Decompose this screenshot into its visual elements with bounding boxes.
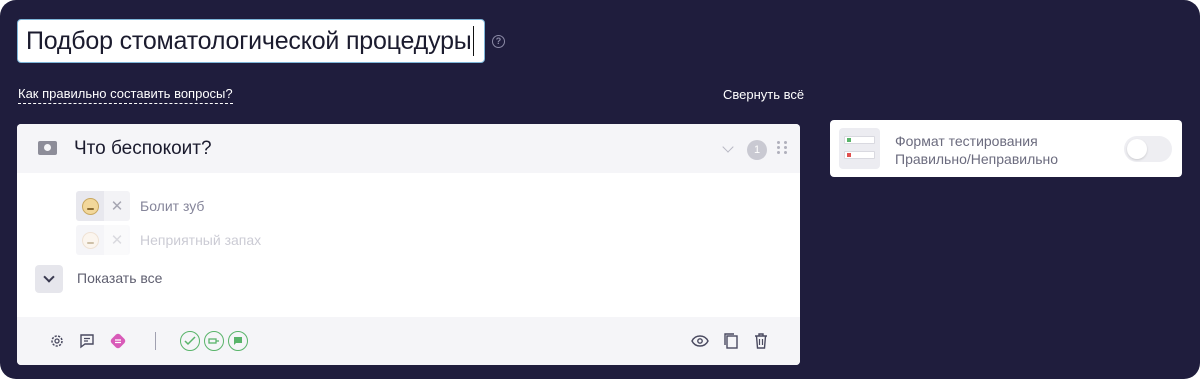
answer-option: ✕ Болит зуб [76, 191, 204, 221]
question-circle-icon[interactable]: ? [492, 35, 505, 48]
how-to-link[interactable]: Как правильно составить вопросы? [18, 86, 233, 104]
gear-icon[interactable] [47, 331, 67, 351]
chevron-down-icon[interactable] [722, 141, 734, 153]
answer-text[interactable]: Болит зуб [140, 198, 204, 214]
toolbar-divider [155, 332, 156, 350]
quiz-title-input[interactable]: Подбор стоматологической процедуры [17, 19, 485, 63]
editor-canvas: Подбор стоматологической процедуры ? Как… [0, 0, 1200, 379]
question-card: Что беспокоит? 1 ✕ Болит зуб ✕ Неприятны [17, 124, 800, 365]
question-title: Что беспокоит? [74, 138, 212, 159]
answer-option: ✕ Неприятный запах [76, 225, 261, 255]
toothache-emoji-icon [81, 197, 99, 215]
testing-format-toggle[interactable] [1124, 136, 1172, 162]
drag-handle-icon[interactable] [777, 141, 787, 155]
testing-format-title: Формат тестирования Правильно/Неправильн… [895, 133, 1059, 167]
remove-answer-button[interactable]: ✕ [104, 225, 130, 255]
message-icon[interactable] [228, 331, 248, 351]
range-icon[interactable] [204, 331, 224, 351]
answer-text[interactable]: Неприятный запах [140, 232, 261, 248]
question-header[interactable]: Что беспокоит? 1 [17, 124, 800, 173]
copy-icon[interactable] [721, 331, 741, 351]
remove-answer-button[interactable]: ✕ [104, 191, 130, 221]
collapse-all-link[interactable]: Свернуть всё [723, 87, 804, 102]
answer-image[interactable] [76, 225, 104, 255]
eye-icon[interactable] [690, 331, 710, 351]
toggle-knob [1127, 139, 1147, 159]
quiz-title-text: Подбор стоматологической процедуры [26, 26, 472, 55]
thumbnail-row [844, 136, 875, 144]
trash-icon[interactable] [751, 331, 771, 351]
smell-emoji-icon [81, 231, 99, 249]
close-icon: ✕ [110, 232, 124, 249]
answer-image[interactable] [76, 191, 104, 221]
text-caret [472, 26, 475, 56]
comment-icon[interactable] [77, 331, 97, 351]
thumbnail-row [844, 151, 875, 159]
testing-format-thumbnail [839, 128, 880, 169]
check-answer-icon[interactable] [180, 331, 200, 351]
question-toolbar [17, 317, 800, 365]
logic-icon[interactable] [108, 331, 128, 351]
close-icon: ✕ [110, 198, 124, 215]
show-all-button[interactable] [35, 265, 63, 293]
question-number-badge: 1 [747, 140, 767, 160]
chevron-down-icon [43, 271, 55, 283]
testing-format-card: Формат тестирования Правильно/Неправильн… [830, 120, 1182, 177]
show-all-label[interactable]: Показать все [77, 270, 162, 286]
image-question-icon [38, 141, 57, 155]
